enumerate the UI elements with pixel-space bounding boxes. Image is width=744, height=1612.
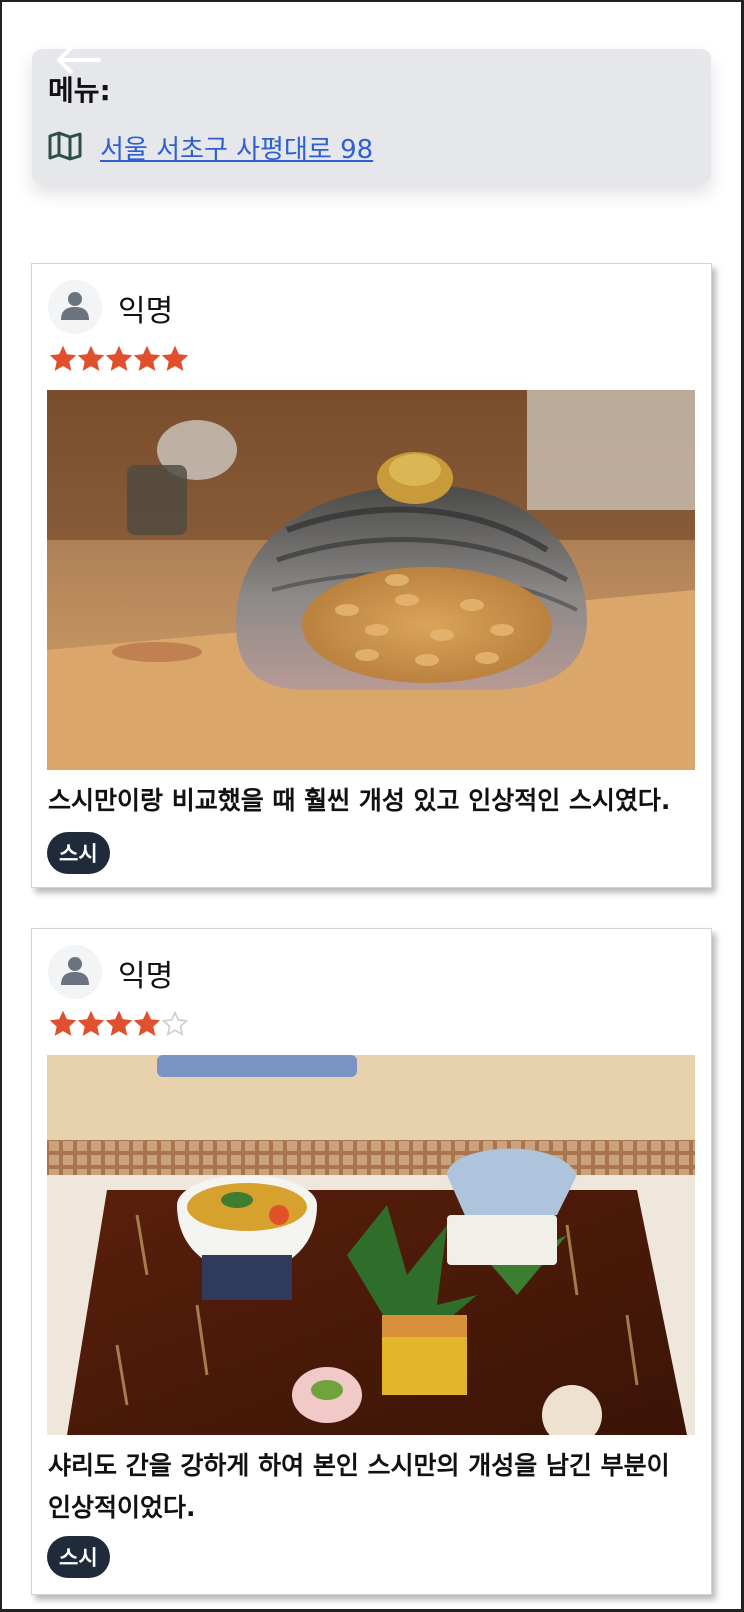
tag-chip[interactable]: 스시 [47,1536,110,1578]
restaurant-info-card: 메뉴: 서울 서초구 사평대로 98 [32,49,711,184]
tag-chip[interactable]: 스시 [47,832,110,874]
star-empty-icon [162,1011,188,1036]
star-filled-icon [78,1011,104,1036]
avatar [48,945,102,999]
back-button[interactable] [52,44,104,80]
address-row: 서울 서초구 사평대로 98 [48,129,373,166]
star-filled-icon [162,346,188,371]
review-text: 스시만이랑 비교했을 때 훨씬 개성 있고 인상적인 스시였다. [48,786,671,815]
arrow-left-icon [53,45,103,79]
avatar [48,280,102,334]
review-author: 익명 [118,959,174,994]
person-icon [61,290,89,324]
star-filled-icon [50,346,76,371]
star-filled-icon [50,1011,76,1036]
person-icon [61,955,89,989]
star-rating [50,346,188,372]
star-filled-icon [106,346,132,371]
review-card: 익명 [31,928,712,1595]
star-filled-icon [106,1011,132,1036]
star-rating [50,1011,188,1037]
review-photo[interactable] [47,1055,695,1435]
star-filled-icon [134,346,160,371]
map-icon [48,131,82,165]
review-text: 샤리도 간을 강하게 하여 본인 스시만의 개성을 남긴 부분이 인상적이었다. [48,1451,670,1522]
review-photo[interactable] [47,390,695,770]
address-link[interactable]: 서울 서초구 사평대로 98 [100,129,373,166]
star-filled-icon [134,1011,160,1036]
review-card: 익명 [31,263,712,888]
star-filled-icon [78,346,104,371]
review-author: 익명 [118,294,174,329]
